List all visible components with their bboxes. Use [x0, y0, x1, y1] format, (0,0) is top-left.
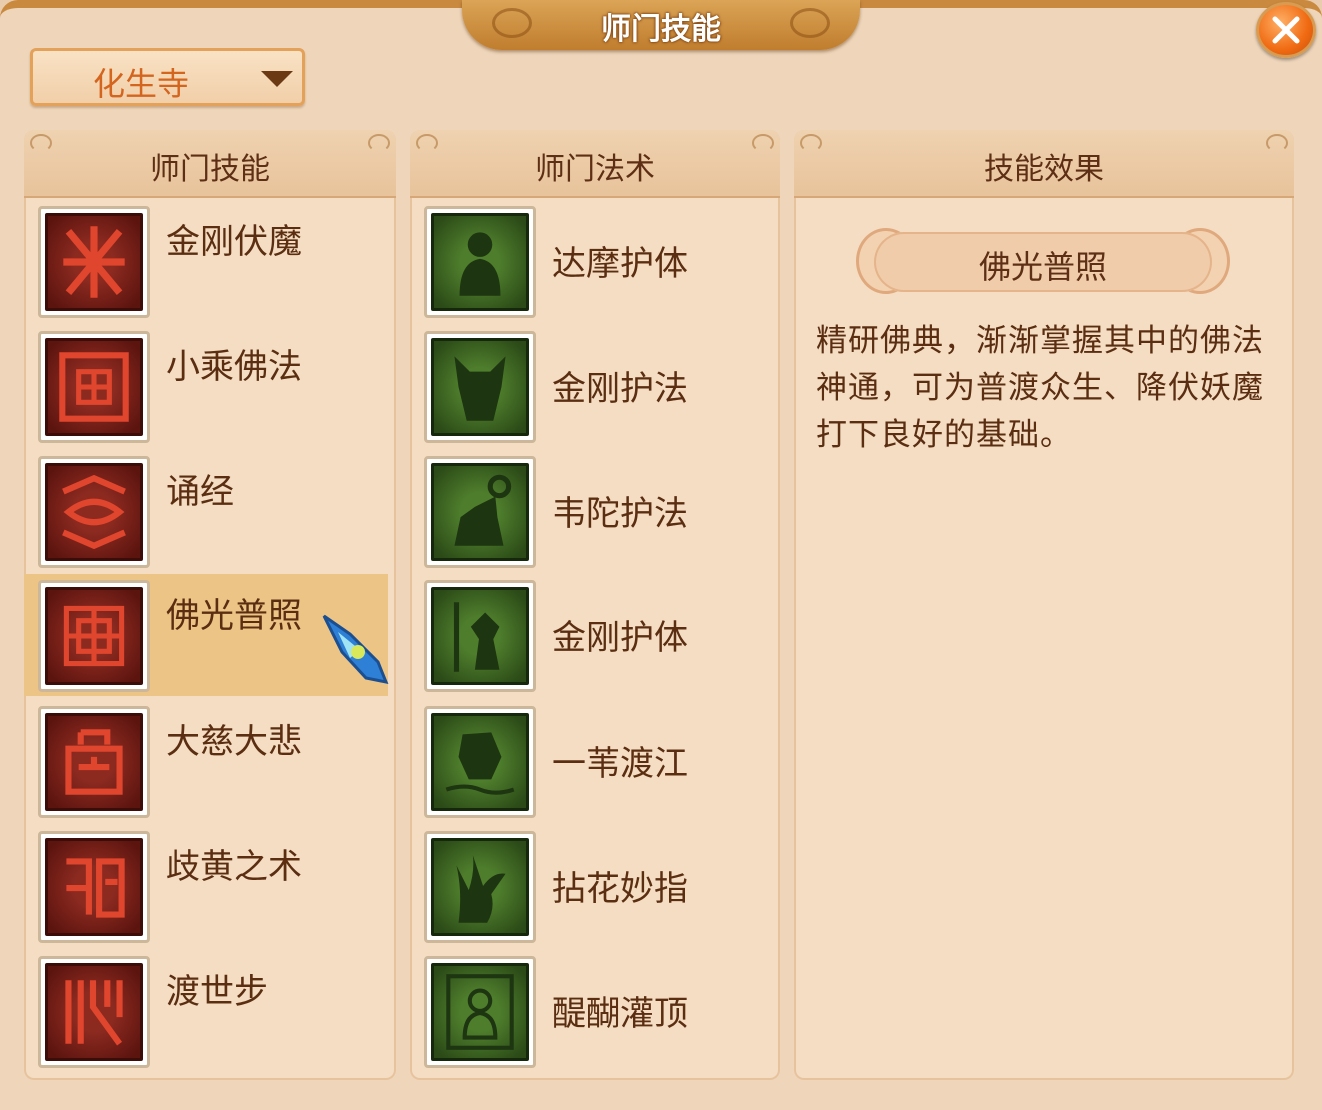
enlightenment-icon	[424, 956, 536, 1068]
effect-skill-name: 佛光普照	[978, 248, 1107, 286]
window-title: 师门技能	[601, 12, 721, 47]
spell-label: 拈花妙指	[552, 869, 688, 909]
spell-label: 金刚护法	[552, 369, 688, 409]
skill-label: 佛光普照	[166, 596, 302, 636]
vajra-guardian-icon	[424, 331, 536, 443]
skills-panel: 师门技能 金刚伏魔 小乘佛法 诵经 佛光普照 大慈大悲 歧黄之术 渡世步	[24, 130, 396, 1080]
world-crossing-step-icon	[38, 956, 150, 1068]
spell-row[interactable]: 拈花妙指	[410, 825, 774, 947]
spell-row[interactable]: 达摩护体	[410, 200, 774, 322]
spell-label: 金刚护体	[552, 618, 688, 658]
medicine-art-icon	[38, 831, 150, 943]
sect-dropdown-value: 化生寺	[93, 65, 190, 103]
skill-row[interactable]: 歧黄之术	[24, 825, 388, 947]
lesser-vehicle-icon	[38, 331, 150, 443]
close-button[interactable]	[1256, 2, 1316, 58]
skill-label: 歧黄之术	[166, 847, 302, 887]
pointer-cursor-icon	[322, 614, 389, 685]
skill-label: 诵经	[166, 472, 234, 512]
skill-row[interactable]: 大慈大悲	[24, 700, 388, 822]
skill-row[interactable]: 渡世步	[24, 950, 388, 1072]
skill-label: 渡世步	[166, 972, 268, 1012]
skill-row-selected[interactable]: 佛光普照	[24, 574, 389, 696]
diamond-subdue-demon-icon	[38, 206, 150, 318]
skill-row[interactable]: 金刚伏魔	[24, 200, 388, 322]
close-icon	[1272, 16, 1300, 44]
effect-panel: 技能效果 佛光普照 精研佛典，渐渐掌握其中的佛法神通，可为普渡众生、降伏妖魔打下…	[794, 130, 1294, 1080]
spells-panel: 师门法术 达摩护体 金刚护法 韦陀护法 金刚护体 一苇渡江 拈花妙指 醍醐灌顶	[410, 130, 780, 1080]
effect-skill-banner: 佛光普照	[856, 226, 1230, 298]
spell-row[interactable]: 醍醐灌顶	[410, 950, 774, 1072]
spell-row[interactable]: 韦陀护法	[410, 450, 774, 572]
spell-row[interactable]: 金刚护法	[410, 325, 774, 447]
chevron-down-icon	[261, 71, 293, 87]
spells-panel-title: 师门法术	[535, 152, 655, 187]
flower-finger-icon	[424, 831, 536, 943]
skill-row[interactable]: 诵经	[24, 450, 388, 572]
spell-label: 一苇渡江	[552, 744, 688, 784]
effect-description: 精研佛典，渐渐掌握其中的佛法神通，可为普渡众生、降伏妖魔打下良好的基础。	[816, 323, 1264, 453]
skills-panel-title: 师门技能	[150, 152, 270, 187]
skills-panel-header: 师门技能	[24, 130, 396, 198]
skill-label: 金刚伏魔	[166, 222, 302, 262]
spell-label: 醍醐灌顶	[552, 994, 688, 1034]
weituo-guardian-icon	[424, 456, 536, 568]
spell-row[interactable]: 一苇渡江	[410, 700, 774, 822]
skill-label: 大慈大悲	[166, 722, 302, 762]
reed-cross-river-icon	[424, 706, 536, 818]
effect-panel-header: 技能效果	[794, 130, 1294, 198]
spell-label: 韦陀护法	[552, 494, 688, 534]
effect-panel-title: 技能效果	[984, 152, 1104, 187]
great-compassion-icon	[38, 706, 150, 818]
spells-panel-header: 师门法术	[410, 130, 780, 198]
vajra-body-guard-icon	[424, 580, 536, 692]
skill-label: 小乘佛法	[166, 347, 302, 387]
buddha-light-icon	[38, 580, 150, 692]
title-plate: 师门技能	[462, 0, 860, 50]
spell-row[interactable]: 金刚护体	[410, 574, 774, 696]
spell-label: 达摩护体	[552, 244, 688, 284]
chant-sutra-icon	[38, 456, 150, 568]
dharma-body-guard-icon	[424, 206, 536, 318]
sect-dropdown[interactable]: 化生寺	[30, 48, 305, 106]
skill-row[interactable]: 小乘佛法	[24, 325, 388, 447]
